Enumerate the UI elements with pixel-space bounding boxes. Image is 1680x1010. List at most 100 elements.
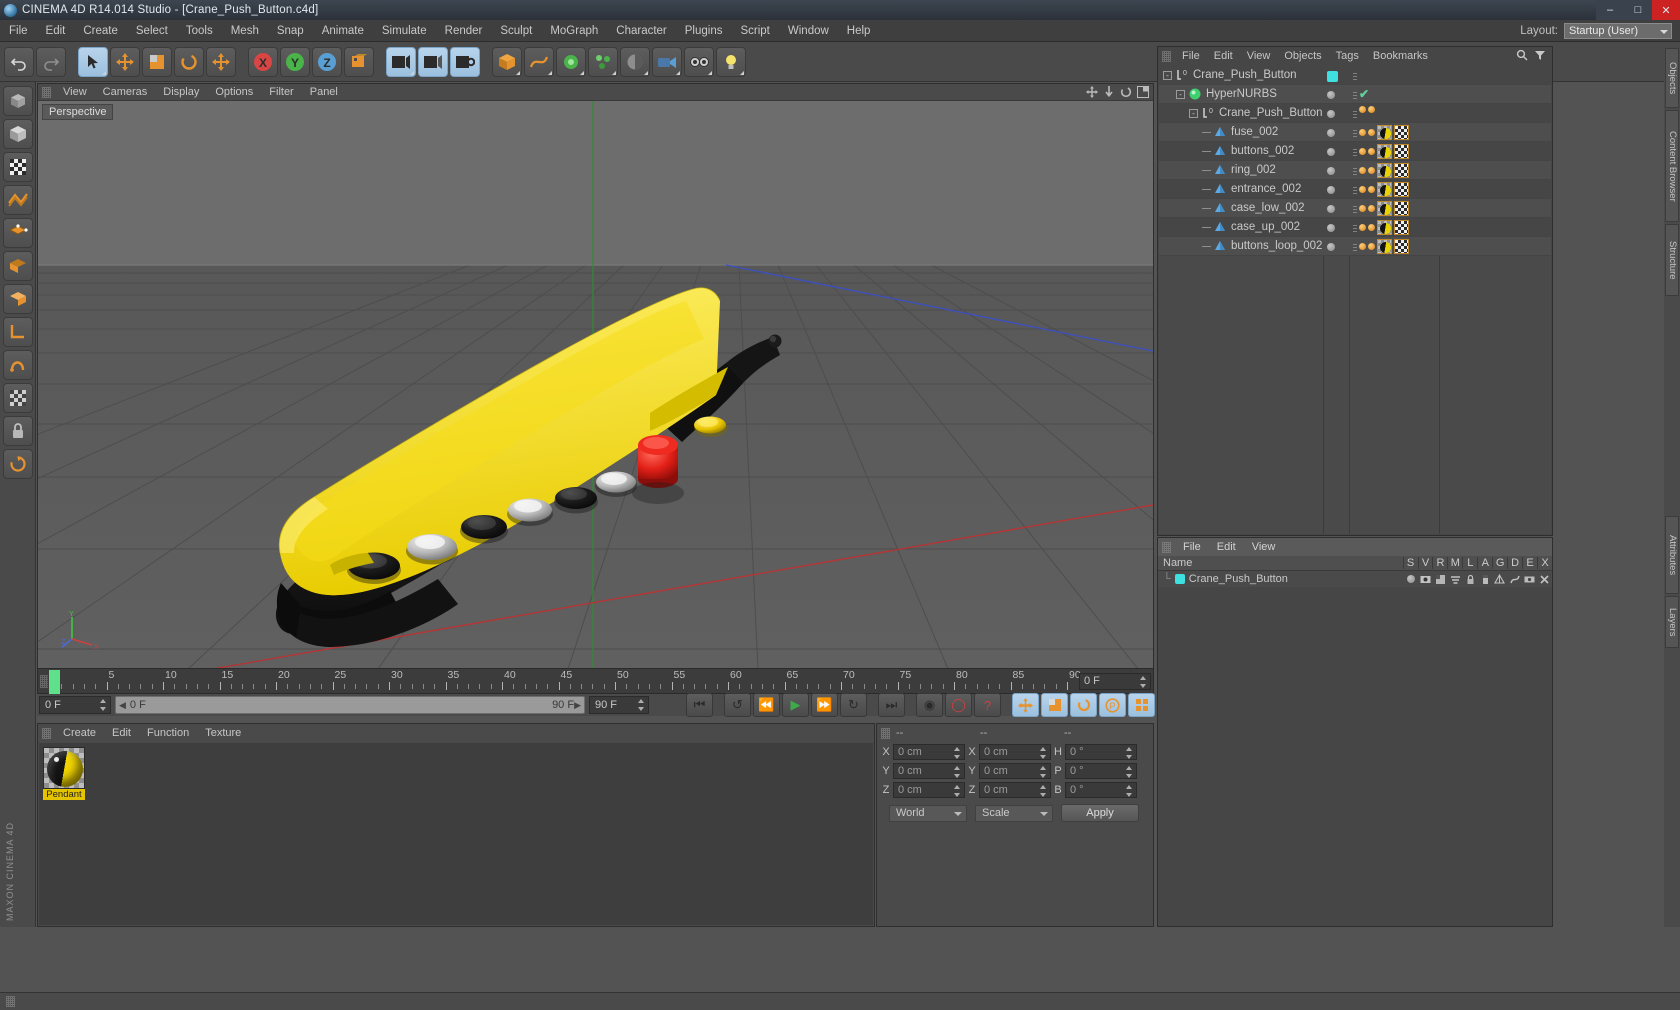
- search-icon[interactable]: [1516, 49, 1528, 64]
- autokeying-button[interactable]: ◯: [945, 693, 972, 717]
- phong-tag-icon[interactable]: [1368, 106, 1375, 113]
- panel-grip-icon[interactable]: [1162, 50, 1171, 62]
- object-menu-bookmarks[interactable]: Bookmarks: [1366, 50, 1435, 62]
- add-light-object-button[interactable]: [716, 46, 746, 77]
- add-camera-object-button[interactable]: [652, 46, 682, 77]
- phong-tag-icon[interactable]: [1359, 148, 1366, 155]
- uvw-tag-icon[interactable]: [1394, 163, 1409, 178]
- phong-tag-icon[interactable]: [1368, 243, 1375, 250]
- menu-select[interactable]: Select: [127, 20, 177, 42]
- spinner-icon[interactable]: [1040, 765, 1047, 778]
- spinner-icon[interactable]: [954, 746, 961, 759]
- viewport-menu-display[interactable]: Display: [155, 84, 207, 101]
- coordinate-system-select[interactable]: World: [889, 804, 967, 822]
- material-tag-icon[interactable]: [1377, 220, 1392, 235]
- material-menu-edit[interactable]: Edit: [104, 727, 139, 739]
- expander-toggle-icon[interactable]: -: [1189, 108, 1198, 118]
- menu-render[interactable]: Render: [436, 20, 492, 42]
- position-y-input[interactable]: 0 cm: [893, 762, 965, 779]
- tab-attributes[interactable]: Attributes: [1665, 516, 1679, 594]
- model-mode-button[interactable]: [2, 119, 33, 149]
- object-row[interactable]: - 0 Crane_Push_Button: [1159, 66, 1551, 85]
- maximize-button[interactable]: □: [1624, 0, 1652, 20]
- menu-edit[interactable]: Edit: [37, 20, 75, 42]
- uvw-tag-icon[interactable]: [1394, 239, 1409, 254]
- viewport-menu-panel[interactable]: Panel: [302, 84, 346, 101]
- object-row[interactable]: case_up_002: [1159, 218, 1551, 237]
- object-row[interactable]: case_low_002: [1159, 199, 1551, 218]
- rotate-view-icon[interactable]: [1120, 86, 1132, 98]
- menu-mesh[interactable]: Mesh: [222, 20, 268, 42]
- spinner-icon[interactable]: [100, 699, 107, 711]
- object-menu-file[interactable]: File: [1175, 50, 1207, 62]
- phong-tag-icon[interactable]: [1368, 186, 1375, 193]
- render-settings-button[interactable]: [450, 46, 480, 77]
- phong-tag-icon[interactable]: [1368, 205, 1375, 212]
- position-z-input[interactable]: 0 cm: [893, 781, 965, 798]
- layer-color-swatch[interactable]: [1174, 574, 1185, 584]
- rotation-b-input[interactable]: 0 °: [1065, 781, 1137, 798]
- phong-tag-icon[interactable]: [1359, 129, 1366, 136]
- current-frame-input[interactable]: 0 F: [39, 696, 111, 714]
- layer-cell-g[interactable]: [1493, 573, 1508, 585]
- phong-tag-icon[interactable]: [1359, 186, 1366, 193]
- filter-icon[interactable]: [1534, 49, 1546, 64]
- toolbar-move-alt-button[interactable]: [206, 46, 236, 77]
- phong-tag-icon[interactable]: [1368, 129, 1375, 136]
- phong-tag-icon[interactable]: [1359, 243, 1366, 250]
- menu-help[interactable]: Help: [838, 20, 880, 42]
- size-y-input[interactable]: 0 cm: [979, 762, 1051, 779]
- phong-tag-icon[interactable]: [1359, 106, 1366, 113]
- layer-cell-l[interactable]: [1463, 574, 1478, 585]
- object-row[interactable]: fuse_002: [1159, 123, 1551, 142]
- edge-mode-button[interactable]: [2, 251, 33, 281]
- viewport-menu-filter[interactable]: Filter: [261, 84, 301, 101]
- expander-toggle-icon[interactable]: -: [1163, 70, 1172, 80]
- material-tag-icon[interactable]: [1377, 182, 1392, 197]
- material-item[interactable]: Pendant: [43, 747, 85, 800]
- add-deformer-object-button[interactable]: [588, 46, 618, 77]
- timeline-playhead[interactable]: [49, 670, 60, 694]
- menu-script[interactable]: Script: [731, 20, 778, 42]
- object-dots-icon[interactable]: [1353, 185, 1357, 194]
- menu-simulate[interactable]: Simulate: [373, 20, 436, 42]
- object-tree[interactable]: -0 Crane_Push_Button - HyperNURBS ✔ -0 Crane_P…: [1159, 66, 1551, 534]
- visibility-dot-icon[interactable]: [1327, 110, 1335, 118]
- object-dots-icon[interactable]: [1353, 90, 1357, 99]
- time-range-slider[interactable]: ◀ 0 F 90 F ▶: [115, 696, 585, 714]
- transform-mode-select[interactable]: Scale: [975, 804, 1053, 822]
- step-forward-keyframe-button[interactable]: ↻: [840, 693, 867, 717]
- visibility-dot-icon[interactable]: [1327, 129, 1335, 137]
- record-position-button[interactable]: [1012, 693, 1039, 717]
- visibility-dot-icon[interactable]: [1327, 167, 1335, 175]
- maximize-view-icon[interactable]: [1137, 86, 1149, 98]
- step-forward-button[interactable]: ⏩: [811, 693, 838, 717]
- object-menu-tags[interactable]: Tags: [1329, 50, 1366, 62]
- object-dots-icon[interactable]: [1353, 71, 1357, 80]
- layer-cell-r[interactable]: [1433, 574, 1448, 585]
- panel-grip-icon[interactable]: [42, 86, 51, 98]
- panel-grip-icon[interactable]: [42, 727, 51, 739]
- minimize-button[interactable]: –: [1596, 0, 1624, 20]
- spinner-icon[interactable]: [1126, 765, 1133, 778]
- object-row[interactable]: ring_002: [1159, 161, 1551, 180]
- apply-button[interactable]: Apply: [1061, 804, 1139, 822]
- uvw-tag-icon[interactable]: [1394, 182, 1409, 197]
- spinner-icon[interactable]: [1126, 746, 1133, 759]
- visibility-dot-icon[interactable]: [1327, 148, 1335, 156]
- pan-view-icon[interactable]: [1086, 86, 1098, 98]
- move-tool-button[interactable]: [110, 46, 140, 77]
- record-pla-button[interactable]: [1128, 693, 1155, 717]
- layer-cell-d[interactable]: [1507, 574, 1522, 585]
- uvw-tag-icon[interactable]: [1394, 201, 1409, 216]
- object-menu-objects[interactable]: Objects: [1277, 50, 1328, 62]
- object-dots-icon[interactable]: [1353, 242, 1357, 251]
- object-dots-icon[interactable]: [1353, 166, 1357, 175]
- viewport-menu-view[interactable]: View: [55, 84, 95, 101]
- phong-tag-icon[interactable]: [1368, 224, 1375, 231]
- go-to-end-button[interactable]: ⏭: [878, 693, 905, 717]
- viewport-menu-cameras[interactable]: Cameras: [95, 84, 156, 101]
- layer-cell-a[interactable]: [1478, 574, 1493, 585]
- object-row[interactable]: buttons_loop_002: [1159, 237, 1551, 256]
- max-frame-input[interactable]: 90 F: [589, 696, 649, 714]
